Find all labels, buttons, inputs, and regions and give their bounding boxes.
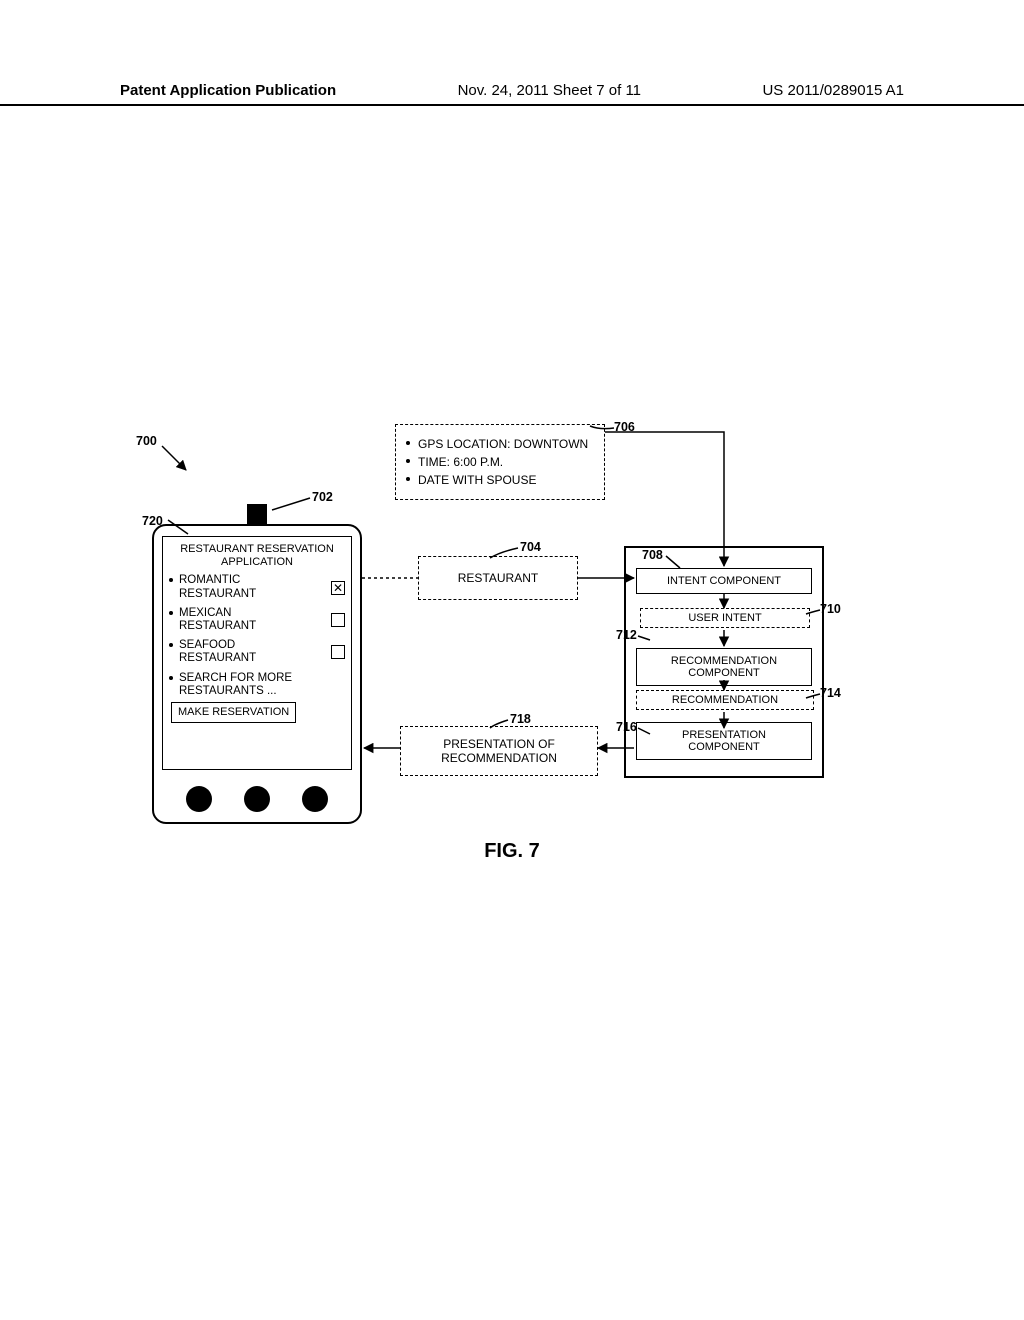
pres-comp-line2: COMPONENT (688, 741, 760, 753)
header-publication: Patent Application Publication (120, 82, 336, 99)
ref-706: 706 (614, 420, 635, 434)
ref-718: 718 (510, 712, 531, 726)
page-header: Patent Application Publication Nov. 24, … (120, 82, 904, 99)
device-phone: RESTAURANT RESERVATION APPLICATION ROMAN… (152, 524, 362, 824)
header-pub-number: US 2011/0289015 A1 (762, 82, 904, 99)
option-label: SEARCH FOR MORE RESTAURANTS ... (179, 672, 292, 698)
checkbox-romantic[interactable]: ✕ (331, 581, 345, 595)
user-intent-box: USER INTENT (640, 608, 810, 628)
option-label: SEAFOOD RESTAURANT (179, 639, 256, 665)
phone-button-1[interactable] (186, 786, 212, 812)
presentation-component: PRESENTATION COMPONENT (636, 722, 812, 760)
pres-rec-line2: RECOMMENDATION (441, 751, 557, 765)
intent-component: INTENT COMPONENT (636, 568, 812, 594)
checkbox-mexican[interactable] (331, 613, 345, 627)
option-mexican[interactable]: MEXICAN RESTAURANT (169, 607, 345, 633)
opt-line1: SEAFOOD (179, 639, 235, 651)
phone-screen: RESTAURANT RESERVATION APPLICATION ROMAN… (162, 536, 352, 770)
pipeline-box: INTENT COMPONENT RECOMMENDATION COMPONEN… (624, 546, 824, 778)
rec-comp-line2: COMPONENT (688, 667, 760, 679)
ctx-date: DATE WITH SPOUSE (418, 473, 536, 487)
ref-704: 704 (520, 540, 541, 554)
option-seafood[interactable]: SEAFOOD RESTAURANT (169, 639, 345, 665)
ref-710: 710 (820, 602, 841, 616)
make-reservation-button[interactable]: MAKE RESERVATION (171, 702, 296, 723)
opt-line2: RESTAURANT (179, 652, 256, 664)
ctx-gps: GPS LOCATION: DOWNTOWN (418, 437, 588, 451)
header-date-sheet: Nov. 24, 2011 Sheet 7 of 11 (458, 82, 641, 99)
recommendation-data-box: RECOMMENDATION (636, 690, 814, 710)
bullet-icon (406, 459, 410, 463)
ref-716: 716 (616, 720, 637, 734)
header-divider (0, 104, 1024, 106)
ref-720: 720 (142, 514, 163, 528)
recommendation-component: RECOMMENDATION COMPONENT (636, 648, 812, 686)
option-label: ROMANTIC RESTAURANT (179, 574, 256, 600)
bullet-icon (169, 611, 173, 615)
search-line2: RESTAURANTS ... (179, 685, 277, 697)
restaurant-box: RESTAURANT (418, 556, 578, 600)
context-box: GPS LOCATION: DOWNTOWN TIME: 6:00 P.M. D… (395, 424, 605, 500)
ctx-time: TIME: 6:00 P.M. (418, 455, 503, 469)
phone-speaker (247, 504, 267, 526)
bullet-icon (169, 643, 173, 647)
phone-hw-buttons (154, 786, 360, 812)
pres-rec-line1: PRESENTATION OF (443, 737, 555, 751)
ref-714: 714 (820, 686, 841, 700)
phone-button-2[interactable] (244, 786, 270, 812)
pres-comp-line1: PRESENTATION (682, 729, 766, 741)
presentation-of-rec-box: PRESENTATION OF RECOMMENDATION (400, 726, 598, 776)
bullet-icon (406, 441, 410, 445)
option-label: MEXICAN RESTAURANT (179, 607, 256, 633)
phone-button-3[interactable] (302, 786, 328, 812)
restaurant-label: RESTAURANT (458, 571, 538, 585)
rec-comp-line1: RECOMMENDATION (671, 655, 777, 667)
figure-caption: FIG. 7 (0, 840, 1024, 863)
opt-line1: MEXICAN (179, 607, 231, 619)
opt-line2: RESTAURANT (179, 588, 256, 600)
opt-line1: ROMANTIC (179, 574, 240, 586)
app-title-line1: RESTAURANT RESERVATION (180, 543, 334, 555)
bullet-icon (169, 676, 173, 680)
option-romantic[interactable]: ROMANTIC RESTAURANT ✕ (169, 574, 345, 600)
ref-712: 712 (616, 628, 637, 642)
checkbox-seafood[interactable] (331, 645, 345, 659)
opt-line2: RESTAURANT (179, 620, 256, 632)
option-search-more[interactable]: SEARCH FOR MORE RESTAURANTS ... (169, 672, 345, 698)
ref-702: 702 (312, 490, 333, 504)
search-line1: SEARCH FOR MORE (179, 672, 292, 684)
ref-708: 708 (642, 548, 663, 562)
user-intent-label: USER INTENT (688, 612, 761, 624)
app-title-line2: APPLICATION (221, 556, 293, 568)
ref-700: 700 (136, 434, 157, 448)
bullet-icon (406, 477, 410, 481)
recommendation-label: RECOMMENDATION (672, 694, 778, 706)
app-title: RESTAURANT RESERVATION APPLICATION (169, 543, 345, 568)
bullet-icon (169, 578, 173, 582)
